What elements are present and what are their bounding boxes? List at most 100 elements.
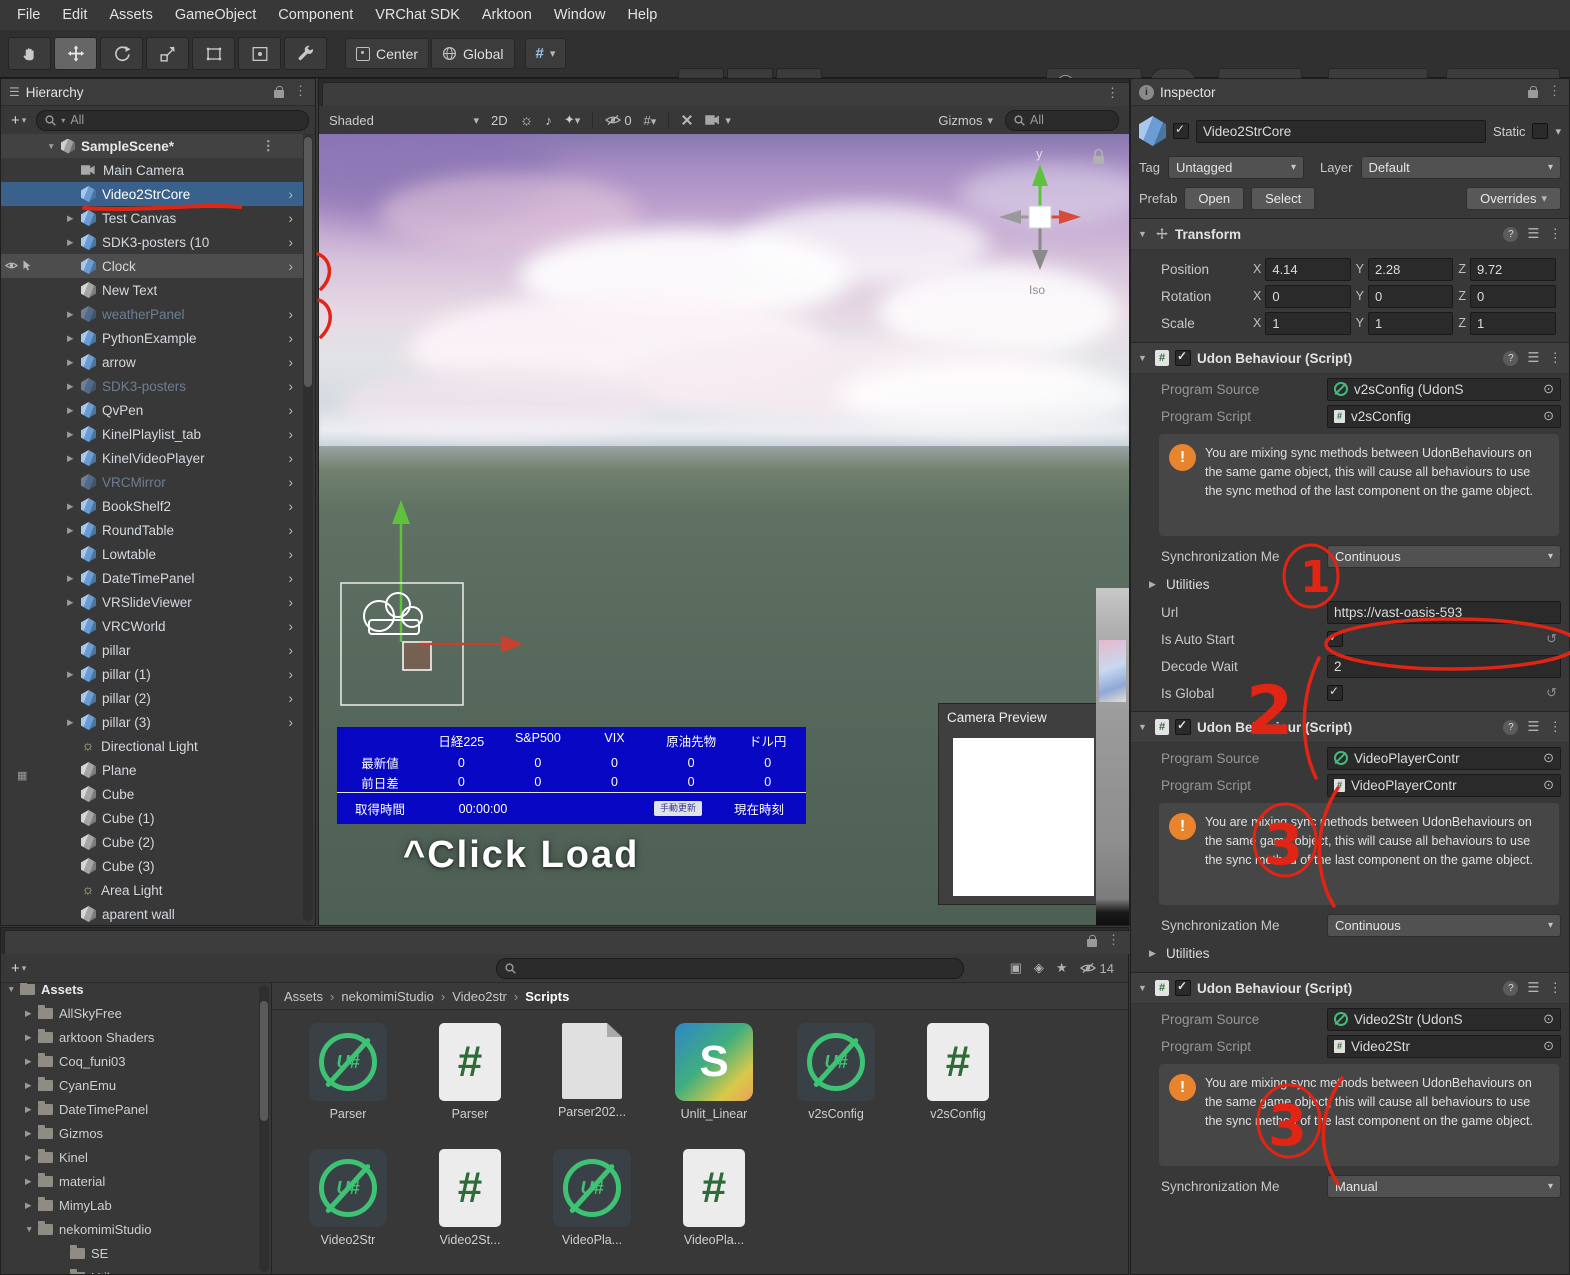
help-icon[interactable] <box>1503 350 1519 366</box>
prefab-chevron-icon[interactable] <box>288 402 293 418</box>
search-by-type-icon[interactable] <box>1010 960 1022 976</box>
expand-arrow-icon[interactable] <box>67 189 81 200</box>
object-picker-icon[interactable] <box>1537 408 1554 424</box>
expand-arrow-icon[interactable] <box>67 525 81 536</box>
prefab-chevron-icon[interactable] <box>288 522 293 538</box>
lock-icon[interactable] <box>1087 934 1097 947</box>
menu-dots-icon[interactable] <box>1549 226 1563 242</box>
utilities-foldout[interactable]: ▶ Utilities <box>1131 940 1569 966</box>
presets-icon[interactable] <box>1527 719 1539 735</box>
hierarchy-item[interactable]: pillar <box>1 638 303 662</box>
expand-arrow-icon[interactable] <box>67 477 81 488</box>
hierarchy-item[interactable]: Lowtable <box>1 542 303 566</box>
presets-icon[interactable] <box>1527 226 1539 242</box>
breadcrumb-item[interactable]: Video2str <box>452 989 525 1004</box>
expand-arrow-icon[interactable] <box>67 309 81 320</box>
scrollbar-thumb[interactable] <box>260 1001 268 1121</box>
asset-item[interactable]: v2sConfig <box>788 1023 884 1121</box>
asset-item[interactable]: v2sConfig <box>910 1023 1006 1121</box>
expand-arrow-icon[interactable] <box>25 1152 38 1163</box>
prefab-open-button[interactable]: Open <box>1184 186 1245 210</box>
prefab-chevron-icon[interactable] <box>288 306 293 322</box>
foldout-icon[interactable]: ▼ <box>1138 229 1149 239</box>
scale-tool-button[interactable] <box>146 37 189 70</box>
hierarchy-item[interactable]: arrow <box>1 350 303 374</box>
program-script-field[interactable]: v2sConfig <box>1327 404 1561 428</box>
expand-arrow-icon[interactable] <box>67 381 81 392</box>
hierarchy-item[interactable]: KinelVideoPlayer <box>1 446 303 470</box>
breadcrumb-item[interactable]: Scripts <box>525 989 569 1004</box>
sync-method-dropdown[interactable]: Continuous <box>1327 913 1561 937</box>
prefab-chevron-icon[interactable] <box>288 498 293 514</box>
hierarchy-item[interactable]: SDK3-posters (10 <box>1 230 303 254</box>
program-source-field[interactable]: Video2Str (UdonS <box>1327 1007 1561 1031</box>
folder-item[interactable]: MimyLab <box>1 1193 271 1217</box>
prefab-chevron-icon[interactable] <box>288 594 293 610</box>
prefab-chevron-icon[interactable] <box>288 378 293 394</box>
hierarchy-item[interactable]: Clock <box>1 254 303 278</box>
asset-item[interactable]: VideoPla... <box>666 1149 762 1247</box>
expand-arrow-icon[interactable] <box>67 453 81 464</box>
prefab-chevron-icon[interactable] <box>288 618 293 634</box>
expand-arrow-icon[interactable] <box>25 1224 38 1234</box>
expand-arrow-icon[interactable] <box>67 429 81 440</box>
prefab-chevron-icon[interactable] <box>288 570 293 586</box>
asset-item[interactable]: VideoPla... <box>544 1149 640 1247</box>
prefab-chevron-icon[interactable] <box>288 234 293 250</box>
folder-item[interactable]: Kinel <box>1 1145 271 1169</box>
udon-behaviour-2-header[interactable]: ▼ # Udon Behaviour (Script) <box>1131 711 1569 743</box>
asset-item[interactable]: Unlit_Linear <box>666 1023 762 1121</box>
folder-item[interactable]: Gizmos <box>1 1121 271 1145</box>
active-checkbox[interactable] <box>1173 122 1189 139</box>
search-filter-chevron-icon[interactable] <box>61 116 65 125</box>
presets-icon[interactable] <box>1527 350 1539 366</box>
axis-orientation-gizmo[interactable]: y x Iso <box>985 142 1115 302</box>
prefab-chevron-icon[interactable] <box>288 210 293 226</box>
expand-arrow-icon[interactable] <box>67 645 81 656</box>
folder-item[interactable]: arktoon Shaders <box>1 1025 271 1049</box>
component-enabled-checkbox[interactable] <box>1175 718 1191 735</box>
rotate-tool-button[interactable] <box>100 37 143 70</box>
help-icon[interactable] <box>1503 719 1519 735</box>
hierarchy-item[interactable]: Directional Light <box>1 734 303 758</box>
panel-tab[interactable]: Project <box>4 930 1208 954</box>
folder-item[interactable]: Coq_funi03 <box>1 1049 271 1073</box>
transform-header[interactable]: ▼ Transform <box>1131 218 1569 250</box>
expand-arrow-icon[interactable] <box>57 1272 70 1275</box>
view-tab[interactable]: Scene <box>322 82 1129 106</box>
favorites-icon[interactable] <box>1056 960 1068 976</box>
is-global-checkbox[interactable] <box>1327 684 1343 701</box>
prefab-chevron-icon[interactable] <box>288 330 293 346</box>
hierarchy-item[interactable]: RoundTable <box>1 518 303 542</box>
expand-arrow-icon[interactable] <box>67 549 81 560</box>
static-checkbox[interactable] <box>1532 123 1549 139</box>
expand-arrow-icon[interactable] <box>25 1056 38 1067</box>
hierarchy-item[interactable]: pillar (1) <box>1 662 303 686</box>
hierarchy-item[interactable]: KinelPlaylist_tab <box>1 422 303 446</box>
prefab-chevron-icon[interactable] <box>288 642 293 658</box>
expand-arrow-icon[interactable] <box>25 1032 38 1043</box>
lock-icon[interactable] <box>1528 85 1538 98</box>
asset-item[interactable]: Parser <box>422 1023 518 1121</box>
menu-dots-icon[interactable] <box>1107 932 1120 948</box>
expand-arrow-icon[interactable] <box>7 984 20 994</box>
object-picker-icon[interactable] <box>1537 381 1554 397</box>
folder-item[interactable]: material <box>1 1169 271 1193</box>
asset-item[interactable]: Parser202... <box>544 1023 640 1121</box>
hierarchy-item[interactable]: New Text <box>1 278 303 302</box>
component-enabled-checkbox[interactable] <box>1175 979 1191 996</box>
folder-item[interactable]: CyanEmu <box>1 1073 271 1097</box>
expand-arrow-icon[interactable] <box>67 165 81 176</box>
revert-icon[interactable] <box>1546 631 1561 647</box>
scene-header-row[interactable]: SampleScene* <box>1 134 303 158</box>
menu-item[interactable]: Edit <box>51 7 98 23</box>
prefab-chevron-icon[interactable] <box>288 546 293 562</box>
folder-item[interactable]: Utils <box>1 1265 271 1274</box>
udon-behaviour-1-header[interactable]: ▼ # Udon Behaviour (Script) <box>1131 342 1569 374</box>
rect-tool-button[interactable] <box>192 37 235 70</box>
component-tools-icon[interactable] <box>681 114 693 126</box>
object-picker-icon[interactable] <box>1537 1038 1554 1054</box>
y-field[interactable]: 2.28 <box>1368 257 1454 281</box>
prefab-chevron-icon[interactable] <box>288 474 293 490</box>
hierarchy-item[interactable]: pillar (3) <box>1 710 303 734</box>
